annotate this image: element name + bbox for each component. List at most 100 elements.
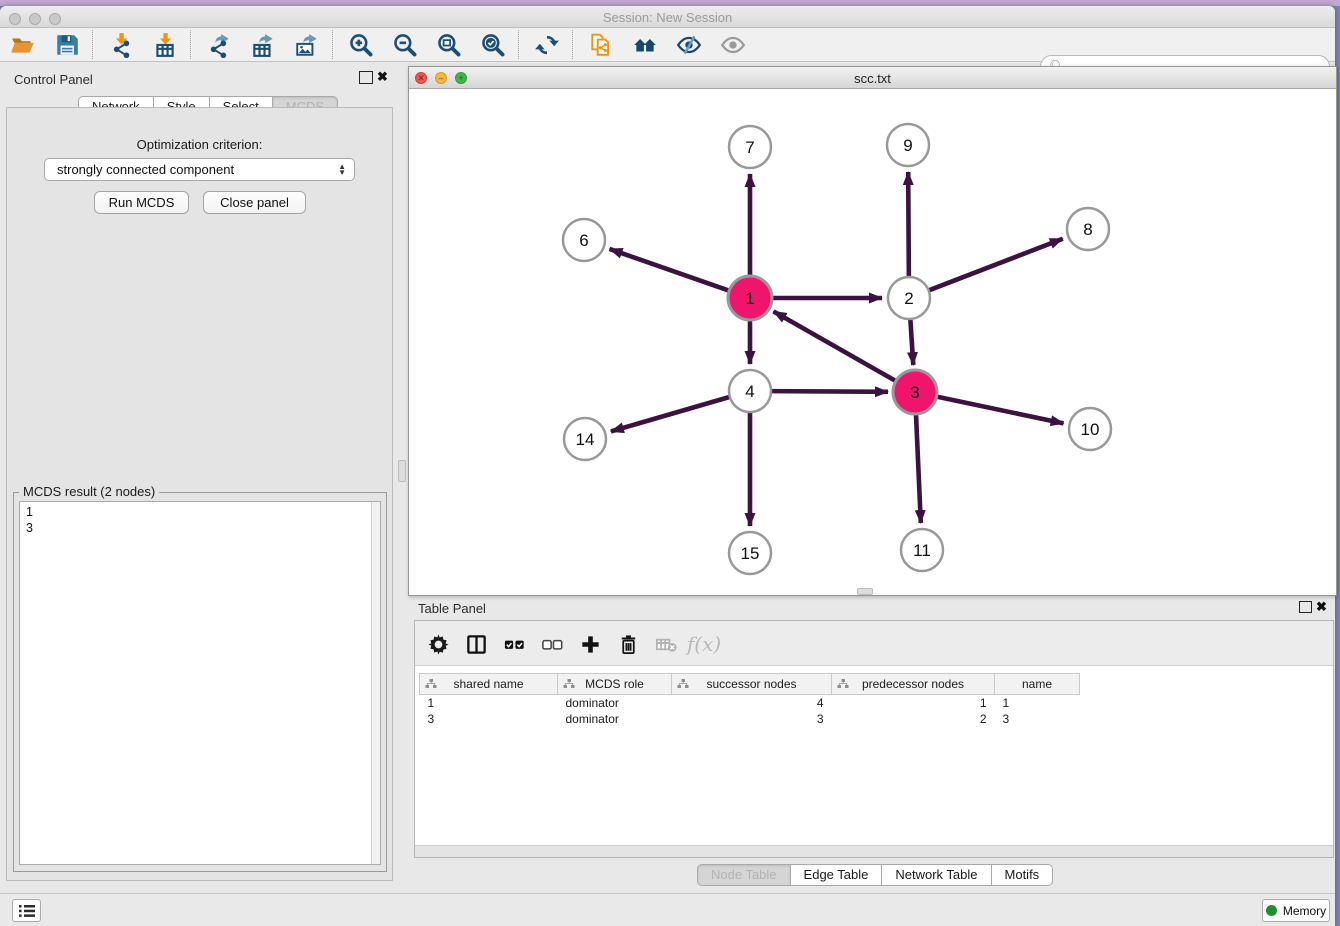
table-cell[interactable]: 1	[832, 695, 995, 711]
edge-1-6[interactable]	[609, 249, 730, 291]
node-2[interactable]: 2	[888, 277, 930, 319]
mcds-result-area[interactable]: 1 3	[19, 501, 381, 865]
table-cell[interactable]: 3	[420, 711, 558, 727]
svg-text:9: 9	[903, 136, 912, 155]
save-session-icon[interactable]	[50, 31, 84, 59]
node-1[interactable]: 1	[728, 276, 772, 320]
checkboxes-unchecked-icon[interactable]	[537, 630, 567, 658]
status-bar: Memory	[0, 893, 1335, 926]
table-cell[interactable]: 3	[672, 711, 832, 727]
svg-text:8: 8	[1083, 220, 1092, 239]
node-8[interactable]: 8	[1067, 208, 1109, 250]
home-layout-icon[interactable]	[628, 31, 662, 59]
edge-2-9[interactable]	[908, 172, 909, 277]
edge-2-3[interactable]	[910, 319, 913, 365]
zoom-out-icon[interactable]	[388, 31, 422, 59]
table-panel-close-icon[interactable]: ✖	[1316, 599, 1327, 615]
column-header-name[interactable]: name	[995, 674, 1080, 695]
node-4[interactable]: 4	[729, 370, 771, 412]
criterion-dropdown[interactable]: strongly connected component ▲▼	[44, 158, 355, 181]
table-cell[interactable]: 1	[995, 695, 1080, 711]
table-cell[interactable]: 3	[995, 711, 1080, 727]
table-row[interactable]: 3dominator323	[420, 711, 1080, 727]
node-3[interactable]: 3	[893, 370, 937, 414]
table-cell[interactable]: dominator	[558, 695, 672, 711]
column-header-successor-nodes[interactable]: successor nodes	[672, 674, 832, 695]
memory-status-icon	[1266, 905, 1277, 916]
eye-slash-icon[interactable]	[672, 31, 706, 59]
open-session-icon[interactable]	[6, 31, 40, 59]
svg-text:10: 10	[1081, 420, 1100, 439]
node-14[interactable]: 14	[564, 418, 606, 460]
edge-3-11[interactable]	[916, 413, 921, 523]
table-footer-strip	[415, 845, 1333, 857]
vertical-split-grip[interactable]	[398, 460, 406, 482]
zoom-fit-icon[interactable]	[432, 31, 466, 59]
control-panel-close-icon[interactable]: ✖	[377, 69, 388, 85]
table-panel-float-icon[interactable]	[1299, 601, 1312, 613]
column-header-MCDS-role[interactable]: MCDS role	[558, 674, 672, 695]
edge-2-8[interactable]	[929, 239, 1063, 291]
plus-icon[interactable]	[575, 630, 605, 658]
tab-motifs[interactable]: Motifs	[992, 864, 1054, 886]
close-panel-button[interactable]: Close panel	[203, 191, 306, 214]
optimization-criterion-label: Optimization criterion:	[6, 137, 393, 152]
table-toolbar: f(x)	[415, 621, 1333, 666]
export-network-icon[interactable]	[202, 31, 236, 59]
network-titlebar[interactable]: ✕ – + scc.txt	[409, 67, 1336, 89]
import-network-icon[interactable]	[104, 31, 138, 59]
control-panel-title: Control Panel	[14, 71, 93, 89]
column-header-shared-name[interactable]: shared name	[420, 674, 558, 695]
node-6[interactable]: 6	[563, 219, 605, 261]
node-11[interactable]: 11	[901, 529, 943, 571]
svg-text:6: 6	[579, 231, 588, 250]
edge-3-1[interactable]	[773, 311, 896, 381]
run-mcds-button[interactable]: Run MCDS	[94, 191, 189, 214]
zoom-selected-icon[interactable]	[476, 31, 510, 59]
table-tabs: Node TableEdge TableNetwork TableMotifs	[697, 864, 1053, 886]
edge-4-14[interactable]	[611, 397, 730, 432]
import-table-icon[interactable]	[148, 31, 182, 59]
trash-icon[interactable]	[613, 630, 643, 658]
edge-3-10[interactable]	[936, 396, 1064, 423]
control-panel-float-icon[interactable]	[359, 71, 373, 84]
session-title: Session: New Session	[0, 10, 1335, 25]
table-cell[interactable]: 2	[832, 711, 995, 727]
network-canvas[interactable]: 7 9 6 8 1 2 4 3 14 10 15 11	[409, 89, 1336, 595]
delete-table-icon	[651, 630, 681, 658]
tab-edge-table[interactable]: Edge Table	[791, 864, 883, 886]
gear-icon[interactable]	[423, 630, 453, 658]
export-table-icon[interactable]	[246, 31, 280, 59]
edge-4-3[interactable]	[771, 391, 888, 392]
export-image-icon[interactable]	[290, 31, 324, 59]
mcds-result-text: 1 3	[26, 504, 33, 536]
zoom-in-icon[interactable]	[344, 31, 378, 59]
tab-node-table[interactable]: Node Table	[697, 864, 791, 886]
horizontal-split-grip[interactable]	[857, 588, 873, 595]
duplicate-network-icon[interactable]	[584, 31, 618, 59]
result-scrollbar[interactable]	[371, 502, 380, 864]
checkboxes-checked-icon[interactable]	[499, 630, 529, 658]
svg-text:15: 15	[741, 544, 760, 563]
main-titlebar: Session: New Session	[0, 6, 1335, 28]
table-cell[interactable]: 4	[672, 695, 832, 711]
refresh-icon[interactable]	[530, 31, 564, 59]
svg-text:11: 11	[913, 541, 931, 560]
column-header-predecessor-nodes[interactable]: predecessor nodes	[832, 674, 995, 695]
tab-network-table[interactable]: Network Table	[882, 864, 991, 886]
node-7[interactable]: 7	[729, 126, 771, 168]
network-title: scc.txt	[409, 71, 1336, 86]
task-history-button[interactable]	[12, 899, 41, 922]
node-9[interactable]: 9	[887, 124, 929, 166]
mcds-result-group: MCDS result (2 nodes) 1 3	[13, 492, 387, 872]
node-15[interactable]: 15	[729, 532, 771, 574]
toolbar-separator	[572, 30, 573, 59]
table-row[interactable]: 1dominator411	[420, 695, 1080, 711]
mcds-result-title: MCDS result (2 nodes)	[19, 484, 159, 499]
table-cell[interactable]: 1	[420, 695, 558, 711]
table-cell[interactable]: dominator	[558, 711, 672, 727]
memory-button[interactable]: Memory	[1262, 899, 1330, 922]
node-10[interactable]: 10	[1069, 408, 1111, 450]
split-columns-icon[interactable]	[461, 630, 491, 658]
desktop: Session: New Session 🔍︎ Control Panel ✖ …	[0, 0, 1340, 926]
